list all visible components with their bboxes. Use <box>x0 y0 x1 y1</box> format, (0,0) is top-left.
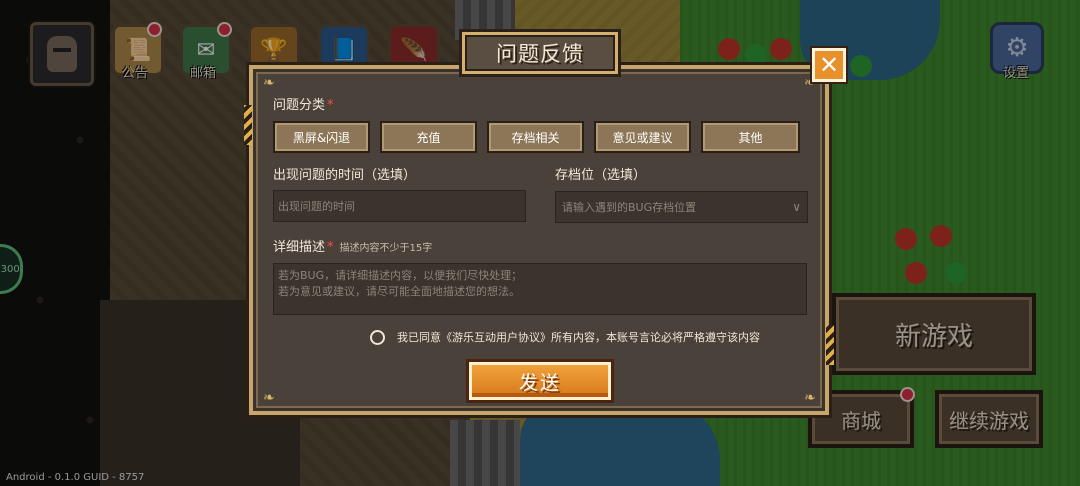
detail-label-text: 详细描述 <box>273 240 326 255</box>
send-button[interactable]: 发送 <box>469 362 611 400</box>
agreement-radio[interactable] <box>370 329 385 345</box>
chevron-down-icon: ∨ <box>792 200 801 214</box>
category-recharge-button[interactable]: 充值 <box>380 121 477 153</box>
required-asterisk: * <box>327 98 334 113</box>
detail-textarea[interactable] <box>273 263 807 315</box>
hazard-stripe <box>826 325 834 365</box>
detail-label: 详细描述 * 描述内容不少于15字 <box>273 236 432 255</box>
category-save-button[interactable]: 存档相关 <box>487 121 584 153</box>
time-input[interactable] <box>273 190 526 222</box>
required-asterisk: * <box>327 240 334 255</box>
detail-hint: 描述内容不少于15字 <box>339 243 433 254</box>
agreement-row: 我已同意《游乐互动用户协议》所有内容，本账号言论必将严格遵守该内容 <box>370 328 760 346</box>
save-slot-select[interactable]: 请输入遇到的BUG存档位置 ∨ <box>555 191 808 223</box>
category-label: 问题分类 * <box>273 94 334 113</box>
category-label-text: 问题分类 <box>273 98 326 113</box>
save-slot-placeholder: 请输入遇到的BUG存档位置 <box>562 201 697 214</box>
hazard-stripe <box>244 105 252 145</box>
time-label: 出现问题的时间（选填） <box>273 168 417 183</box>
category-suggestion-button[interactable]: 意见或建议 <box>594 121 691 153</box>
corner-ornament-icon: ❧ <box>263 390 275 406</box>
category-crash-button[interactable]: 黑屏&闪退 <box>273 121 370 153</box>
agreement-text[interactable]: 我已同意《游乐互动用户协议》所有内容，本账号言论必将严格遵守该内容 <box>397 329 760 345</box>
category-other-button[interactable]: 其他 <box>701 121 800 153</box>
corner-ornament-icon: ❧ <box>263 75 275 91</box>
close-button[interactable]: ✕ <box>812 48 846 82</box>
dialog-title: 问题反馈 <box>462 32 618 74</box>
save-slot-label: 存档位（选填） <box>555 168 647 183</box>
corner-ornament-icon: ❧ <box>804 390 816 406</box>
